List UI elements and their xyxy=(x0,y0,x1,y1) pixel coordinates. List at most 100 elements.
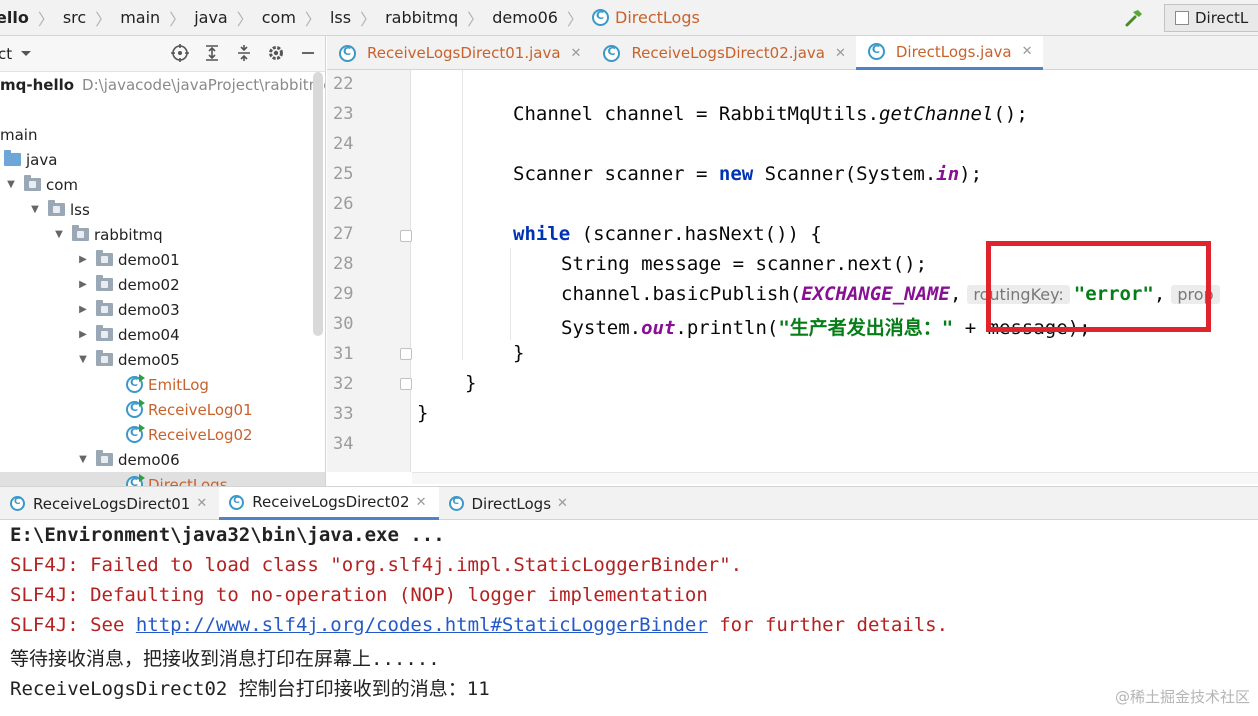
console-link[interactable]: http://www.slf4j.org/codes.html#StaticLo… xyxy=(136,614,708,636)
chevron-right-icon[interactable]: ▶ xyxy=(76,304,90,315)
tab-directlogs[interactable]: DirectLogs.java ✕ xyxy=(855,36,1043,70)
tree-item-demo01[interactable]: ▶ demo01 xyxy=(0,247,325,272)
editor-gutter[interactable]: 22 23 24 25 26 27 28 29 30 31 32 33 34 xyxy=(327,70,412,472)
tree-item-demo05[interactable]: ▼ demo05 xyxy=(0,347,325,372)
code-line-32: } xyxy=(465,372,476,394)
tab-receivelogsdirect02[interactable]: ReceiveLogsDirect02.java ✕ xyxy=(591,36,855,70)
run-tab-label: ReceiveLogsDirect02 xyxy=(252,493,410,511)
line-number: 29 xyxy=(333,284,354,304)
tree-item-demo04[interactable]: ▶ demo04 xyxy=(0,322,325,347)
class-icon xyxy=(603,44,621,62)
tree-item-main[interactable]: main xyxy=(0,122,325,147)
code-token: .println( xyxy=(675,317,779,339)
folder-icon xyxy=(96,325,113,341)
tree-item-label: ReceiveLog02 xyxy=(148,425,253,444)
breadcrumb-item-directlogs[interactable]: DirectLogs xyxy=(588,0,704,36)
chevron-down-icon[interactable]: ▼ xyxy=(4,179,18,190)
tree-item-demo02[interactable]: ▶ demo02 xyxy=(0,272,325,297)
close-icon[interactable]: ✕ xyxy=(571,46,582,61)
tree-item-receivelog02[interactable]: ReceiveLog02 xyxy=(0,422,325,447)
run-tab-receivelogsdirect02[interactable]: ReceiveLogsDirect02 ✕ xyxy=(219,487,439,520)
line-number: 26 xyxy=(333,194,354,214)
breadcrumb-item-main[interactable]: main xyxy=(116,0,164,36)
folder-icon xyxy=(96,450,113,466)
run-tab-receivelogsdirect01[interactable]: ReceiveLogsDirect01 ✕ xyxy=(0,487,219,520)
project-tool-window: ct mq-hello D:\javacode\javaProject\rab xyxy=(0,36,326,486)
code-token-method: getChannel xyxy=(879,103,994,125)
line-number: 30 xyxy=(333,314,354,334)
close-icon[interactable]: ✕ xyxy=(196,496,207,511)
code-token: (); xyxy=(993,103,1028,125)
chevron-right-icon[interactable]: ▶ xyxy=(76,254,90,265)
chevron-down-icon[interactable]: ▼ xyxy=(76,354,90,365)
project-scrollbar[interactable] xyxy=(313,72,323,336)
tree-item-label: demo04 xyxy=(118,325,180,344)
code-line-28: String message = scanner.next(); xyxy=(561,253,927,275)
project-view-selector[interactable]: ct xyxy=(0,45,32,63)
chevron-down-icon[interactable]: ▼ xyxy=(28,204,42,215)
class-icon xyxy=(448,496,464,511)
code-line-25: Scanner scanner = new Scanner(System.in)… xyxy=(513,163,982,185)
editor-horizontal-scrollbar[interactable] xyxy=(412,472,1258,484)
close-icon[interactable]: ✕ xyxy=(557,496,568,511)
minimize-icon[interactable] xyxy=(297,42,319,64)
code-token: ); xyxy=(959,163,983,185)
tree-item-directlogs[interactable]: DirectLogs xyxy=(0,472,325,486)
fold-marker-icon[interactable] xyxy=(400,348,412,360)
expand-all-icon[interactable] xyxy=(201,42,223,64)
run-tab-directlogs[interactable]: DirectLogs ✕ xyxy=(439,487,580,520)
close-icon[interactable]: ✕ xyxy=(416,495,427,510)
chevron-right-icon[interactable]: ▶ xyxy=(76,279,90,290)
close-icon[interactable]: ✕ xyxy=(1022,44,1033,59)
code-token-constant: EXCHANGE_NAME xyxy=(801,283,950,305)
breadcrumb-item-rabbitmq[interactable]: rabbitmq xyxy=(381,0,462,36)
navigation-bar: ello 〉 src 〉 main 〉 java 〉 com 〉 lss 〉 r… xyxy=(0,0,1258,36)
run-tab-label: DirectLogs xyxy=(471,494,552,513)
tree-item-rabbitmq[interactable]: ▼ rabbitmq xyxy=(0,222,325,247)
run-console[interactable]: E:\Environment\java32\bin\java.exe ... S… xyxy=(0,520,1258,716)
class-icon xyxy=(229,494,245,510)
gear-icon[interactable] xyxy=(265,42,287,64)
tree-item-label: demo01 xyxy=(118,250,180,269)
folder-icon xyxy=(96,350,113,366)
breadcrumb-item-com[interactable]: com xyxy=(258,0,300,36)
tree-item-demo03[interactable]: ▶ demo03 xyxy=(0,297,325,322)
console-error-line: SLF4J: See http://www.slf4j.org/codes.ht… xyxy=(10,614,948,636)
collapse-all-icon[interactable] xyxy=(233,42,255,64)
tree-item-label: main xyxy=(0,125,38,144)
breadcrumb-item-lss[interactable]: lss xyxy=(326,0,355,36)
breadcrumb-item-project[interactable]: ello xyxy=(0,0,33,36)
breadcrumb-item-java[interactable]: java xyxy=(190,0,232,36)
class-icon xyxy=(126,399,145,418)
close-icon[interactable]: ✕ xyxy=(835,46,846,61)
console-error-line: SLF4J: Failed to load class "org.slf4j.i… xyxy=(10,554,743,576)
chevron-down-icon[interactable]: ▼ xyxy=(76,454,90,465)
code-token: (scanner.hasNext()) { xyxy=(570,223,822,245)
project-panel-title: ct xyxy=(0,44,13,63)
run-config-label: DirectL xyxy=(1195,9,1249,27)
run-tab-label: ReceiveLogsDirect01 xyxy=(33,494,191,513)
run-configuration-selector[interactable]: DirectL xyxy=(1164,4,1258,32)
code-token: , xyxy=(949,283,962,305)
tree-item-label: EmitLog xyxy=(148,375,209,394)
tree-item-lss[interactable]: ▼ lss xyxy=(0,197,325,222)
tab-receivelogsdirect01[interactable]: ReceiveLogsDirect01.java ✕ xyxy=(327,36,591,70)
breadcrumb-item-src[interactable]: src xyxy=(59,0,90,36)
hammer-icon[interactable] xyxy=(1120,4,1148,32)
tree-item-receivelog01[interactable]: ReceiveLog01 xyxy=(0,397,325,422)
tree-item-emitlog[interactable]: EmitLog xyxy=(0,372,325,397)
fold-marker-icon[interactable] xyxy=(400,230,412,242)
console-output-line: 等待接收消息，把接收到消息打印在屏幕上...... xyxy=(10,648,440,670)
tree-item-java[interactable]: java xyxy=(0,147,325,172)
chevron-right-icon[interactable]: ▶ xyxy=(76,329,90,340)
run-config-icon xyxy=(1175,11,1189,25)
chevron-down-icon[interactable]: ▼ xyxy=(52,229,66,240)
breadcrumb-item-demo06[interactable]: demo06 xyxy=(488,0,562,36)
locate-file-icon[interactable] xyxy=(169,42,191,64)
fold-marker-icon[interactable] xyxy=(400,378,412,390)
tree-item-module[interactable]: mq-hello D:\javacode\javaProject\rabbitm… xyxy=(0,72,325,97)
tree-item-com[interactable]: ▼ com xyxy=(0,172,325,197)
tree-item-label: demo06 xyxy=(118,450,180,469)
tree-item-demo06[interactable]: ▼ demo06 xyxy=(0,447,325,472)
